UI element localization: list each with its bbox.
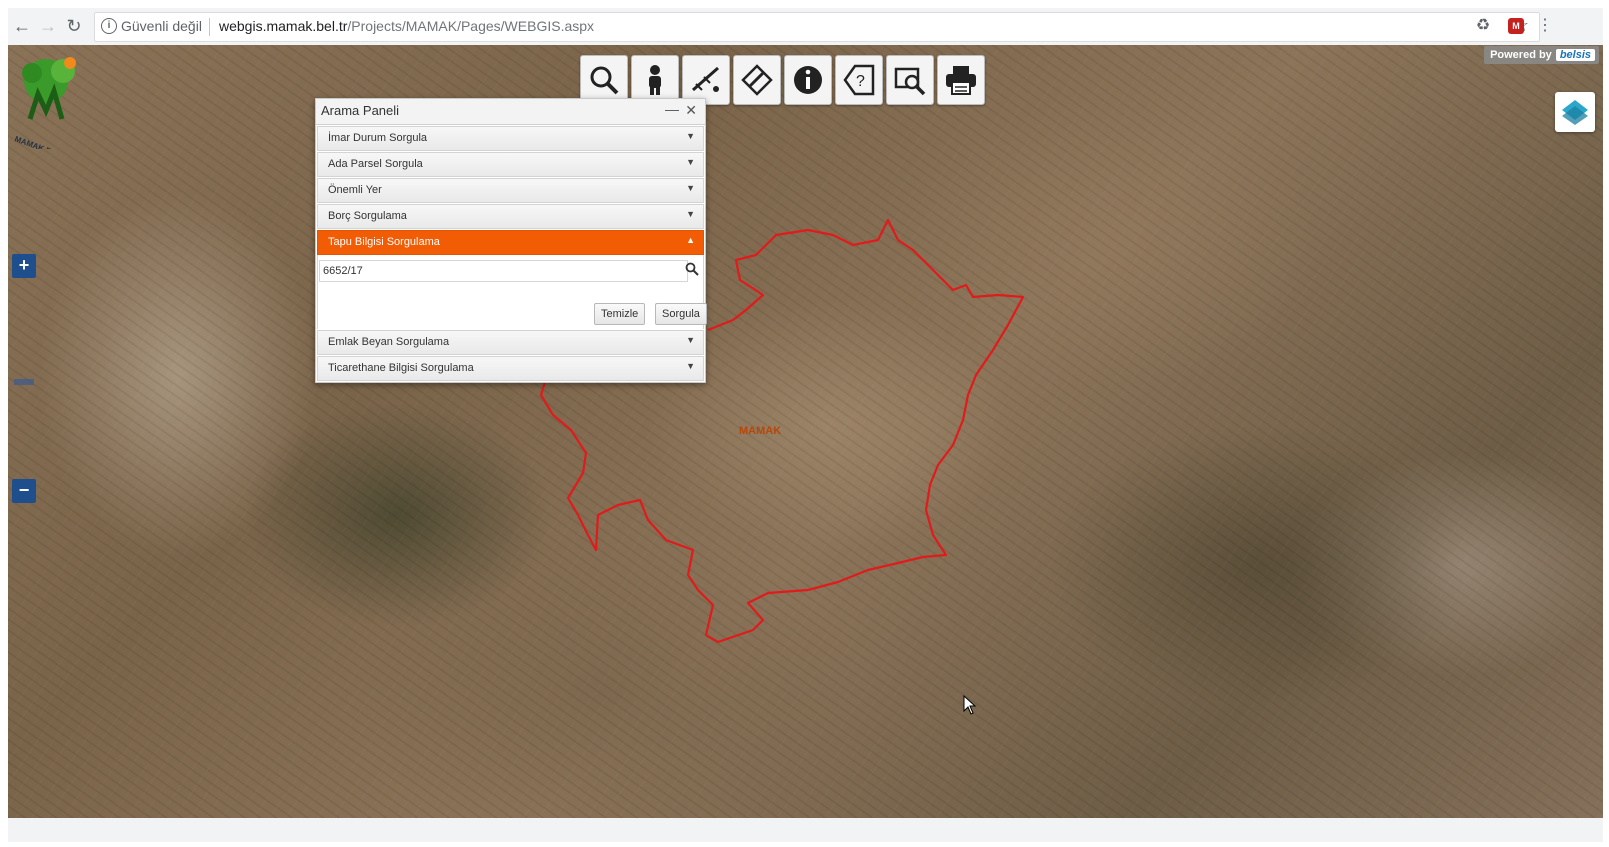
section-label: Emlak Beyan Sorgulama — [328, 336, 450, 348]
chevron-up-icon: ▲ — [686, 235, 695, 245]
url-path: /Projects/MAMAK/Pages/WEBGIS.aspx — [347, 18, 595, 34]
section-emlak-beyan[interactable]: Emlak Beyan Sorgulama ▼ — [317, 330, 704, 355]
info-circle-icon[interactable]: i — [101, 18, 117, 34]
person-icon — [649, 65, 661, 95]
place-label: MAMAK — [739, 425, 782, 437]
svg-text:?: ? — [856, 73, 865, 90]
chevron-down-icon: ▼ — [686, 131, 695, 141]
mouse-cursor-icon — [963, 695, 977, 715]
browser-window: ← → ↻ i Güvenli değil webgis.mamak.bel.t… — [8, 8, 1603, 842]
mamak-logo: MAMAK BELEDİYESİ — [13, 57, 92, 149]
section-label: Borç Sorgulama — [328, 210, 407, 222]
clear-button[interactable]: Temizle — [594, 303, 646, 325]
section-borc-sorgulama[interactable]: Borç Sorgulama ▼ — [317, 204, 704, 229]
zoom-window-icon — [894, 67, 926, 96]
reload-icon[interactable]: ↻ — [62, 14, 86, 38]
chevron-down-icon: ▼ — [686, 183, 695, 193]
zoom-in-button[interactable]: + — [12, 254, 36, 278]
map-canvas[interactable]: MAMAK MAMAK BELEDİYESİ Powered bybelsis — [8, 45, 1603, 818]
section-label: Ticarethane Bilgisi Sorgulama — [328, 362, 474, 374]
logo-text: MAMAK BELEDİYESİ — [13, 134, 92, 149]
address-bar[interactable]: i Güvenli değil webgis.mamak.bel.tr/Proj… — [94, 12, 1540, 42]
search-icon[interactable] — [685, 262, 699, 276]
chevron-down-icon: ▼ — [686, 361, 695, 371]
chevron-down-icon: ▼ — [686, 335, 695, 345]
print-icon — [946, 66, 976, 95]
zoom-out-button[interactable]: − — [12, 479, 36, 503]
url-text[interactable]: webgis.mamak.bel.tr/Projects/MAMAK/Pages… — [219, 18, 594, 34]
zoom-slider[interactable] — [14, 379, 34, 385]
brand-name: belsis — [1555, 49, 1595, 61]
panel-header[interactable]: Arama Paneli — ✕ — [316, 99, 705, 125]
section-ada-parsel[interactable]: Ada Parsel Sorgula ▼ — [317, 152, 704, 177]
help-tool-button[interactable]: ? — [835, 55, 883, 105]
layers-icon — [1562, 100, 1588, 125]
back-arrow-icon[interactable]: ← — [10, 14, 34, 38]
powered-by-badge: Powered by belsis — [1484, 46, 1599, 64]
chevron-down-icon: ▼ — [686, 209, 695, 219]
url-host: webgis.mamak.bel.tr — [219, 18, 348, 34]
section-imar-durum[interactable]: İmar Durum Sorgula ▼ — [317, 126, 704, 151]
tapu-query-input[interactable] — [319, 260, 688, 282]
zoom-window-tool-button[interactable] — [886, 55, 934, 105]
section-tapu-bilgisi[interactable]: Tapu Bilgisi Sorgulama ▲ — [317, 230, 704, 255]
menu-dots-icon[interactable]: ⋮ — [1535, 15, 1555, 37]
panel-title: Arama Paneli — [321, 103, 400, 118]
extension-red-icon[interactable]: M — [1508, 18, 1524, 34]
section-ticarethane-bilgisi[interactable]: Ticarethane Bilgisi Sorgulama ▼ — [317, 356, 704, 381]
query-button[interactable]: Sorgula — [655, 303, 707, 325]
search-panel: Arama Paneli — ✕ İmar Durum Sorgula ▼ Ada… — [315, 98, 707, 383]
search-icon — [590, 66, 619, 95]
info-tool-button[interactable] — [784, 55, 832, 105]
powered-by-label: Powered by — [1490, 49, 1552, 61]
forward-arrow-icon[interactable]: → — [36, 14, 60, 38]
section-onemli-yer[interactable]: Önemli Yer ▼ — [317, 178, 704, 203]
print-tool-button[interactable] — [937, 55, 985, 105]
chevron-down-icon: ▼ — [686, 157, 695, 167]
help-icon: ? — [843, 64, 875, 96]
minimize-icon[interactable]: — — [665, 101, 679, 117]
section-label: Önemli Yer — [328, 184, 382, 196]
section-label: Ada Parsel Sorgula — [328, 158, 423, 170]
divider — [209, 18, 210, 36]
draw-icon — [741, 64, 773, 96]
district-boundary — [539, 218, 1025, 644]
security-status: Güvenli değil — [121, 18, 202, 34]
measure-icon — [692, 66, 719, 92]
info-icon — [794, 66, 822, 94]
close-icon[interactable]: ✕ — [685, 102, 697, 119]
layers-button[interactable] — [1555, 92, 1595, 132]
section-label: Tapu Bilgisi Sorgulama — [328, 236, 440, 248]
browser-toolbar: ← → ↻ i Güvenli değil webgis.mamak.bel.t… — [8, 8, 1603, 46]
tapu-query-body: Temizle Sorgula — [317, 255, 707, 329]
draw-tool-button[interactable] — [733, 55, 781, 105]
extension-icon[interactable]: ♻ — [1473, 15, 1493, 37]
section-label: İmar Durum Sorgula — [328, 132, 428, 144]
